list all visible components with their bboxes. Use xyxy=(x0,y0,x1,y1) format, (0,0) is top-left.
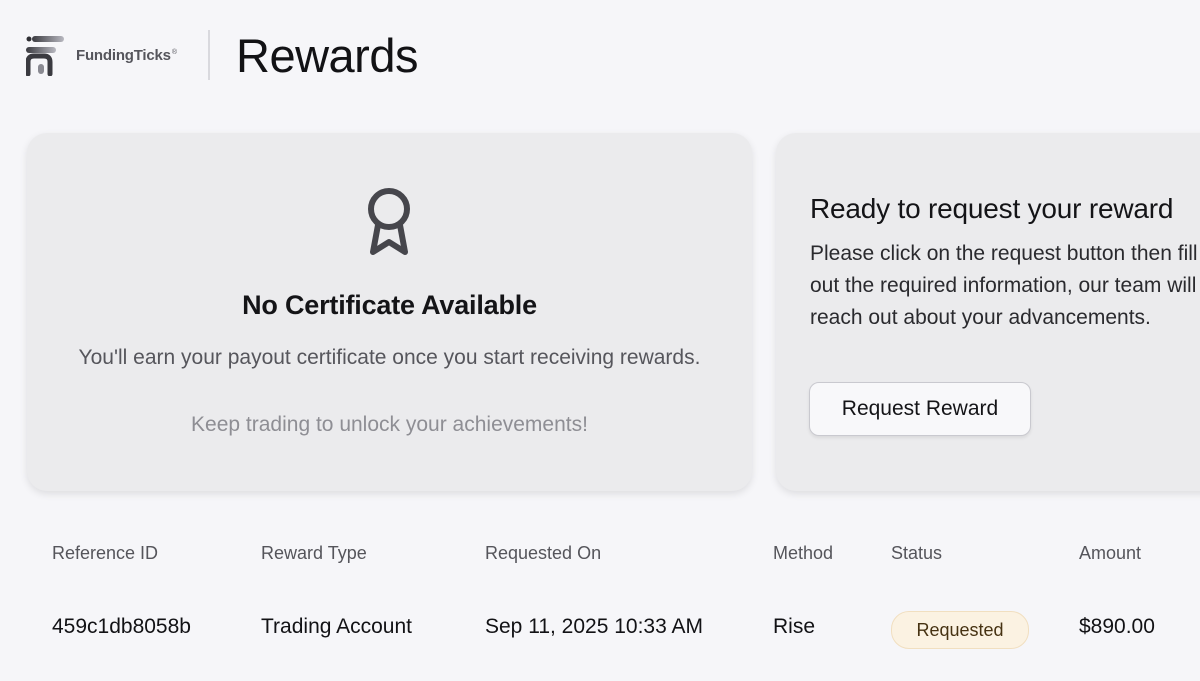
header-divider xyxy=(208,30,210,80)
logo-text: FundingTicks® xyxy=(76,46,177,64)
requested-on-cell: Sep 11, 2025 10:33 AM xyxy=(485,615,703,638)
column-header-method[interactable]: Method xyxy=(773,543,833,564)
page-header: FundingTicks® Rewards xyxy=(0,0,1200,110)
method-cell: Rise xyxy=(773,615,816,638)
page-title: Rewards xyxy=(236,29,418,82)
request-reward-button[interactable]: Request Reward xyxy=(809,382,1031,436)
status-badge: Requested xyxy=(891,611,1029,649)
column-header-requested-on[interactable]: Requested On xyxy=(485,543,601,564)
certificate-hint: Keep trading to unlock your achievements… xyxy=(191,413,588,436)
ribbon-award-icon xyxy=(368,188,410,255)
reward-type-cell: Trading Account xyxy=(261,615,412,638)
request-card-title: Ready to request your reward xyxy=(810,193,1174,224)
rewards-table-header: Reference ID Reward Type Requested On Me… xyxy=(0,543,1200,569)
reference-id-cell: 459c1db8058b xyxy=(52,615,191,638)
column-header-amount[interactable]: Amount xyxy=(1079,543,1141,564)
table-row[interactable]: 459c1db8058b Trading Account Sep 11, 202… xyxy=(0,611,1200,649)
column-header-reference-id[interactable]: Reference ID xyxy=(52,543,158,564)
request-card-description: Please click on the request button then … xyxy=(810,242,1198,329)
certificate-title: No Certificate Available xyxy=(242,290,537,320)
fundingticks-logo[interactable]: FundingTicks® xyxy=(26,34,177,76)
column-header-reward-type[interactable]: Reward Type xyxy=(261,543,367,564)
amount-cell: $890.00 xyxy=(1079,615,1155,638)
fundingticks-logo-icon xyxy=(26,36,64,76)
certificate-description: You'll earn your payout certificate once… xyxy=(78,346,701,369)
column-header-status[interactable]: Status xyxy=(891,543,942,564)
